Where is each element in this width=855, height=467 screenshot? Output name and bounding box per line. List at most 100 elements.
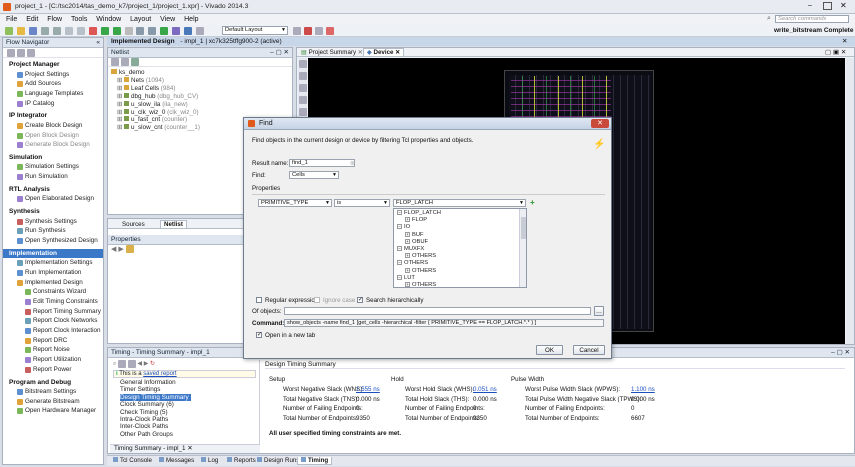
timing-tree-item[interactable]: Other Path Groups: [120, 431, 259, 438]
flow-nav-item[interactable]: Constraints Wizard: [3, 287, 103, 297]
scroll-thumb[interactable]: [521, 217, 526, 239]
maximize-button[interactable]: [823, 2, 832, 10]
flow-nav-item[interactable]: Generate Bitstream: [3, 397, 103, 407]
flow-nav-item[interactable]: Open Block Design: [3, 131, 103, 141]
close-design-icon[interactable]: ✕: [842, 37, 847, 46]
expand-icon[interactable]: ⊞: [117, 109, 122, 116]
flow-nav-item[interactable]: Language Templates: [3, 89, 103, 99]
flow-nav-item[interactable]: Simulation Settings: [3, 162, 103, 172]
chevron-down-icon[interactable]: ▼: [325, 200, 330, 206]
layout-save-icon[interactable]: [293, 27, 301, 35]
tab-device[interactable]: ◈ Device ✕: [363, 48, 405, 57]
value-tree-item[interactable]: + BUF: [394, 231, 526, 239]
flow-nav-item[interactable]: Run Synthesis: [3, 226, 103, 236]
timing-metric-value[interactable]: 1.555 ns: [356, 386, 380, 393]
search-hier-checkbox[interactable]: ✓: [357, 297, 363, 303]
expand-icon[interactable]: ⊞: [117, 77, 122, 84]
tree-toggle-icon[interactable]: +: [405, 231, 410, 237]
flow-nav-item[interactable]: Report Utilization: [3, 355, 103, 365]
flow-nav-item[interactable]: Report Power: [3, 365, 103, 375]
copy-icon[interactable]: [64, 27, 73, 35]
debug-icon[interactable]: [172, 27, 181, 35]
timing-tree-item[interactable]: Check Timing (5): [120, 409, 259, 416]
close-window-button[interactable]: ✕: [840, 1, 847, 10]
flow-nav-section[interactable]: Implementation: [3, 248, 103, 259]
timing-tree-item[interactable]: General Information: [120, 379, 259, 386]
timing-bottom-tab[interactable]: Timing Summary - impl_1 ✕: [110, 444, 260, 453]
report-icon[interactable]: [148, 27, 157, 35]
value-tree-item[interactable]: + OTHERS: [394, 282, 526, 287]
menu-tools[interactable]: Tools: [71, 14, 87, 25]
menu-help[interactable]: Help: [184, 14, 198, 25]
timing-tree-item[interactable]: Timer Settings: [120, 386, 259, 393]
flow-nav-item[interactable]: Report Clock Interaction: [3, 326, 103, 336]
collapse-icon[interactable]: [111, 58, 119, 66]
chevron-down-icon[interactable]: ▼: [383, 200, 388, 206]
search-icon[interactable]: ⌕: [113, 361, 116, 367]
search-commands-input[interactable]: Search commands: [775, 15, 849, 23]
value-tree-item[interactable]: − LUT: [394, 274, 526, 282]
zoom-in-icon[interactable]: [299, 60, 307, 68]
netlist-item[interactable]: ⊞ Leaf Cells (984): [111, 84, 289, 93]
open-new-tab-checkbox[interactable]: ✓: [256, 332, 262, 338]
value-tree-item[interactable]: + OTHERS: [394, 267, 526, 275]
expand-icon[interactable]: ⊞: [117, 85, 122, 92]
flow-nav-item[interactable]: Generate Block Design: [3, 140, 103, 150]
new-project-icon[interactable]: [5, 27, 13, 35]
expand-icon[interactable]: ⊞: [117, 101, 122, 108]
panel-controls-icon[interactable]: – ▢ ✕: [270, 48, 289, 58]
expand-icon[interactable]: ⊞: [117, 124, 122, 131]
expand-icon[interactable]: [121, 58, 129, 66]
tab-project-summary[interactable]: ▤ Project Summary ✕: [301, 49, 363, 56]
flow-nav-item[interactable]: Report Timing Summary: [3, 307, 103, 317]
dropdown-scrollbar[interactable]: [519, 209, 526, 287]
flow-nav-item[interactable]: Open Elaborated Design: [3, 194, 103, 204]
tab-netlist[interactable]: Netlist: [160, 220, 187, 229]
tool-icon[interactable]: [315, 27, 323, 35]
cancel-button[interactable]: Cancel: [573, 345, 605, 355]
flow-nav-section[interactable]: Simulation: [3, 153, 103, 163]
menu-layout[interactable]: Layout: [130, 14, 151, 25]
layout-dropdown-icon[interactable]: ▼: [281, 27, 286, 33]
flow-nav-item[interactable]: Bitstream Settings: [3, 387, 103, 397]
menu-file[interactable]: File: [6, 14, 17, 25]
flow-nav-item[interactable]: Create Block Design: [3, 121, 103, 131]
flow-nav-item[interactable]: Implementation Settings: [3, 258, 103, 268]
zoom-out-icon[interactable]: [299, 72, 307, 80]
saved-report-link[interactable]: saved report: [143, 371, 176, 377]
operator-select[interactable]: is: [334, 199, 390, 207]
expand-all-icon[interactable]: [27, 49, 35, 57]
flow-nav-item[interactable]: Open Hardware Manager: [3, 406, 103, 416]
timing-tree-item[interactable]: Intra-Clock Paths: [120, 416, 259, 423]
expand-icon[interactable]: [118, 360, 127, 368]
value-tree-item[interactable]: + FLOP: [394, 217, 526, 224]
chevron-down-icon[interactable]: ▼: [332, 172, 337, 178]
flow-nav-section[interactable]: Program and Debug: [3, 378, 103, 388]
flow-nav-section[interactable]: Synthesis: [3, 207, 103, 217]
flow-nav-section[interactable]: RTL Analysis: [3, 185, 103, 195]
forward-icon[interactable]: ▶: [144, 361, 149, 367]
timing-tree-item[interactable]: Inter-Clock Paths: [120, 423, 259, 430]
expand-icon[interactable]: ⊞: [117, 93, 122, 100]
menu-window[interactable]: Window: [96, 14, 121, 25]
timing-metric-value[interactable]: 1.100 ns: [631, 386, 655, 393]
netlist-item[interactable]: ⊞ dbg_hub (dbg_hub_CV): [111, 92, 289, 101]
value-tree-item[interactable]: − FLOP_LATCH: [394, 210, 526, 217]
flow-nav-item[interactable]: Report DRC: [3, 336, 103, 346]
menu-view[interactable]: View: [160, 14, 175, 25]
tree-toggle-icon[interactable]: +: [405, 217, 410, 223]
tab-messages[interactable]: Messages: [159, 457, 194, 464]
add-icon[interactable]: +: [530, 198, 535, 207]
tree-toggle-icon[interactable]: −: [397, 210, 402, 215]
open-project-icon[interactable]: [16, 27, 25, 35]
value-tree-item[interactable]: − MUXFX: [394, 246, 526, 253]
ignore-case-checkbox[interactable]: [314, 297, 320, 303]
tab-log[interactable]: Log: [201, 457, 218, 464]
paste-icon[interactable]: [76, 27, 85, 35]
redo-icon[interactable]: [52, 27, 61, 35]
tree-toggle-icon[interactable]: +: [405, 238, 410, 244]
tab-reports[interactable]: Reports: [227, 457, 256, 464]
expand-icon[interactable]: ⊞: [117, 116, 122, 123]
value-select[interactable]: FLOP_LATCH: [393, 199, 526, 207]
flow-nav-section[interactable]: Project Manager: [3, 60, 103, 70]
